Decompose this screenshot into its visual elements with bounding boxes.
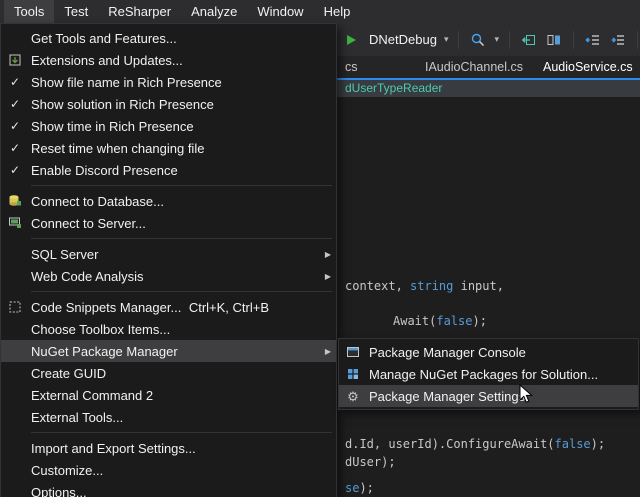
menu-test-label: Test xyxy=(64,4,88,19)
chevron-down-icon[interactable]: ▾ xyxy=(444,35,449,44)
menu-item-create-guid[interactable]: Create GUID xyxy=(1,362,336,384)
menu-item-code-snippets-manager[interactable]: Code Snippets Manager... Ctrl+K, Ctrl+B xyxy=(1,296,336,318)
toolbar-separator xyxy=(509,31,510,49)
menu-resharper[interactable]: ReSharper xyxy=(98,0,181,23)
menu-item-choose-toolbox-items[interactable]: Choose Toolbox Items... xyxy=(1,318,336,340)
check-icon: ✓ xyxy=(1,163,29,177)
snippets-icon xyxy=(1,300,29,314)
tab-audioservice[interactable]: AudioService.cs xyxy=(543,56,633,78)
current-type-name: dUserTypeReader xyxy=(345,81,442,95)
menu-item-show-time[interactable]: ✓ Show time in Rich Presence xyxy=(1,115,336,137)
menu-window-label: Window xyxy=(257,4,303,19)
split-columns-icon[interactable] xyxy=(545,30,563,50)
gear-icon: ⚙ xyxy=(347,390,359,403)
menu-item-enable-discord-presence[interactable]: ✓ Enable Discord Presence xyxy=(1,159,336,181)
submenu-item-package-manager-console[interactable]: Package Manager Console xyxy=(339,341,638,363)
check-icon: ✓ xyxy=(1,97,29,111)
submenu-arrow-icon: ▶ xyxy=(315,272,331,281)
code-line: Await(false); xyxy=(393,314,487,328)
extensions-icon xyxy=(1,53,29,67)
database-icon xyxy=(1,194,29,208)
menu-item-import-export-settings[interactable]: Import and Export Settings... xyxy=(1,437,336,459)
menu-item-nuget-package-manager[interactable]: NuGet Package Manager ▶ xyxy=(1,340,336,362)
menu-help-label: Help xyxy=(324,4,351,19)
console-icon xyxy=(339,345,367,359)
shortcut-text: Ctrl+K, Ctrl+B xyxy=(189,300,269,315)
debug-target-selector[interactable]: DNetDebug xyxy=(369,32,437,47)
tab-clipped[interactable]: cs xyxy=(345,56,358,78)
menu-item-reset-time[interactable]: ✓ Reset time when changing file xyxy=(1,137,336,159)
submenu-arrow-icon: ▶ xyxy=(315,250,331,259)
menu-item-web-code-analysis[interactable]: Web Code Analysis ▶ xyxy=(1,265,336,287)
menu-item-get-tools-and-features[interactable]: Get Tools and Features... xyxy=(1,27,336,49)
tools-menu-dropdown: Get Tools and Features... Extensions and… xyxy=(0,23,337,497)
outdent-icon[interactable] xyxy=(584,30,602,50)
menu-window[interactable]: Window xyxy=(247,0,313,23)
toolbar-separator xyxy=(573,31,574,49)
code-line: se); xyxy=(345,481,374,495)
tab-label: IAudioChannel.cs xyxy=(425,60,523,74)
tab-iaudiochannel[interactable]: IAudioChannel.cs xyxy=(425,56,523,78)
menu-item-show-solution[interactable]: ✓ Show solution in Rich Presence xyxy=(1,93,336,115)
menu-separator xyxy=(31,291,332,292)
indent-icon[interactable] xyxy=(609,30,627,50)
mouse-cursor xyxy=(518,384,538,404)
start-debug-button[interactable] xyxy=(342,30,360,50)
export-template-icon[interactable] xyxy=(520,30,538,50)
play-icon xyxy=(347,35,356,45)
submenu-item-package-manager-settings[interactable]: ⚙ Package Manager Settings xyxy=(339,385,638,407)
menu-item-options[interactable]: Options... xyxy=(1,481,336,497)
tab-label: cs xyxy=(345,60,358,74)
menu-item-sql-server[interactable]: SQL Server ▶ xyxy=(1,243,336,265)
menu-item-customize[interactable]: Customize... xyxy=(1,459,336,481)
menu-separator xyxy=(31,432,332,433)
packages-icon xyxy=(339,367,367,381)
menu-item-external-tools[interactable]: External Tools... xyxy=(1,406,336,428)
menu-tools-label: Tools xyxy=(14,4,44,19)
find-icon[interactable] xyxy=(469,30,487,50)
menu-item-external-command-2[interactable]: External Command 2 xyxy=(1,384,336,406)
menu-item-connect-to-database[interactable]: Connect to Database... xyxy=(1,190,336,212)
submenu-item-manage-nuget-packages[interactable]: Manage NuGet Packages for Solution... xyxy=(339,363,638,385)
check-icon: ✓ xyxy=(1,75,29,89)
menu-item-show-file-name[interactable]: ✓ Show file name in Rich Presence xyxy=(1,71,336,93)
code-line: d.Id, userId).ConfigureAwait(false); xyxy=(345,437,605,451)
menu-help[interactable]: Help xyxy=(314,0,361,23)
menu-item-connect-to-server[interactable]: Connect to Server... xyxy=(1,212,336,234)
check-icon: ✓ xyxy=(1,119,29,133)
menu-separator xyxy=(31,185,332,186)
nuget-submenu: Package Manager Console Manage NuGet Pac… xyxy=(338,338,639,410)
toolbar-separator xyxy=(637,31,638,49)
menu-analyze-label: Analyze xyxy=(191,4,237,19)
menu-item-extensions-and-updates[interactable]: Extensions and Updates... xyxy=(1,49,336,71)
check-icon: ✓ xyxy=(1,141,29,155)
menu-separator xyxy=(31,238,332,239)
menu-bar: Tools Test ReSharper Analyze Window Help xyxy=(0,0,640,23)
menu-tools[interactable]: Tools xyxy=(4,0,54,23)
menu-resharper-label: ReSharper xyxy=(108,4,171,19)
menu-analyze[interactable]: Analyze xyxy=(181,0,247,23)
vs-window: Tools Test ReSharper Analyze Window Help… xyxy=(0,0,640,497)
code-line: dUser); xyxy=(345,455,396,469)
submenu-arrow-icon: ▶ xyxy=(315,347,331,356)
toolbar-separator xyxy=(458,31,459,49)
code-line: context, string input, xyxy=(345,279,504,293)
server-icon xyxy=(1,216,29,230)
tab-label: AudioService.cs xyxy=(543,60,633,74)
menu-test[interactable]: Test xyxy=(54,0,98,23)
chevron-down-icon[interactable]: ▾ xyxy=(494,35,499,44)
